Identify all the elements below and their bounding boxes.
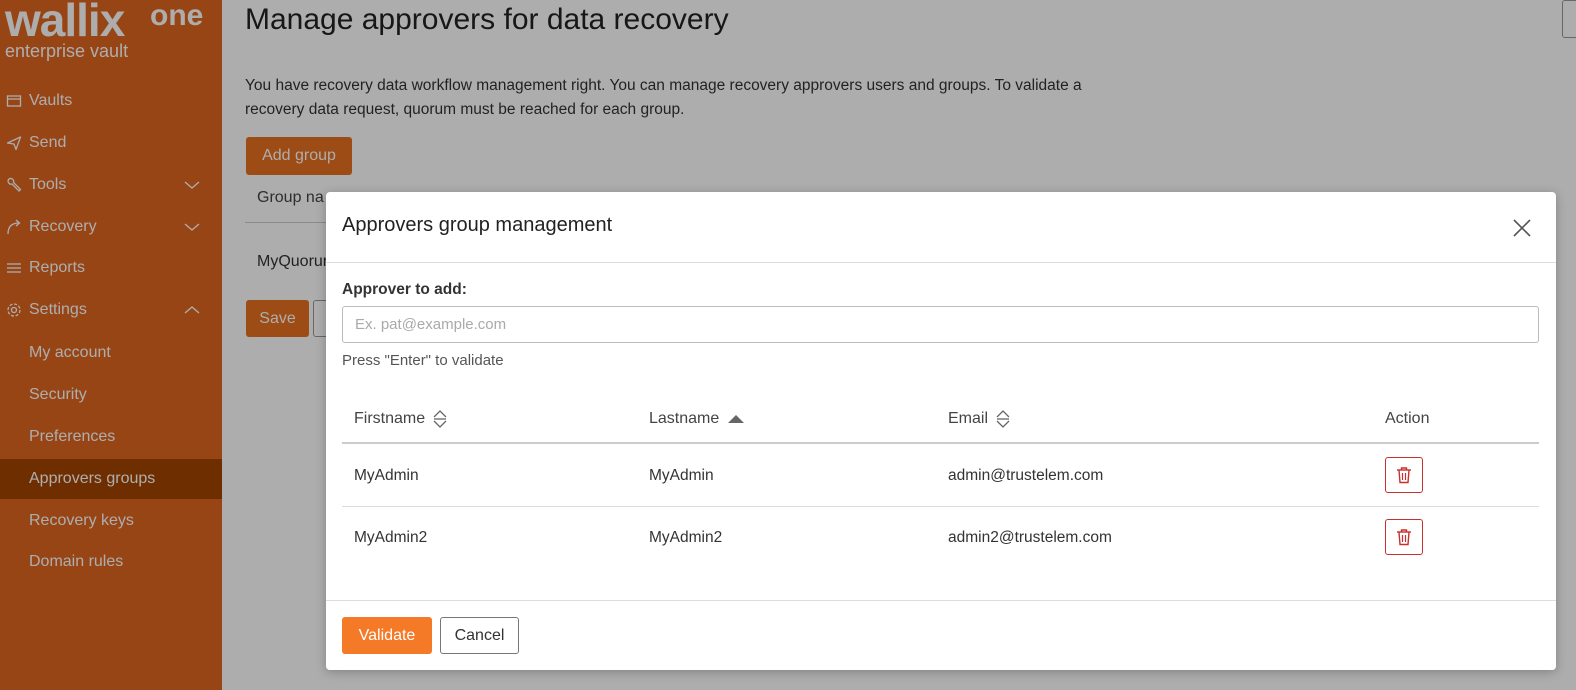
trash-icon (1397, 529, 1411, 546)
row-divider (342, 506, 1539, 507)
approver-field-label: Approver to add: (342, 281, 467, 298)
approver-input[interactable] (342, 306, 1539, 343)
column-header-label: Action (1385, 410, 1430, 427)
column-header-lastname[interactable]: Lastname (649, 410, 745, 428)
modal-header: Approvers group management (326, 192, 1556, 263)
column-header-action: Action (1385, 410, 1429, 428)
cell-firstname: MyAdmin (354, 467, 419, 484)
modal-title: Approvers group management (342, 214, 613, 236)
input-hint: Press "Enter" to validate (342, 352, 504, 369)
column-header-label: Email (948, 410, 989, 427)
cell-lastname: MyAdmin (649, 467, 714, 484)
approvers-group-modal: Approvers group management Approver to a… (326, 192, 1556, 670)
sort-ascending-icon (728, 415, 745, 423)
delete-approver-button[interactable] (1385, 519, 1423, 555)
column-header-label: Firstname (354, 410, 426, 427)
cancel-button[interactable]: Cancel (440, 617, 519, 654)
sort-icon (433, 410, 447, 428)
validate-button[interactable]: Validate (342, 617, 432, 654)
cell-lastname: MyAdmin2 (649, 529, 723, 546)
delete-approver-button[interactable] (1385, 457, 1423, 493)
column-header-label: Lastname (649, 410, 720, 427)
cell-email: admin2@trustelem.com (948, 529, 1112, 546)
table-header-divider (342, 442, 1539, 444)
column-header-email[interactable]: Email (948, 410, 1010, 428)
close-icon[interactable] (1510, 216, 1534, 240)
trash-icon (1397, 467, 1411, 484)
cell-firstname: MyAdmin2 (354, 529, 428, 546)
sort-icon (996, 410, 1010, 428)
column-header-firstname[interactable]: Firstname (354, 410, 447, 428)
cell-email: admin@trustelem.com (948, 467, 1104, 484)
modal-footer: Validate Cancel (326, 600, 1556, 670)
